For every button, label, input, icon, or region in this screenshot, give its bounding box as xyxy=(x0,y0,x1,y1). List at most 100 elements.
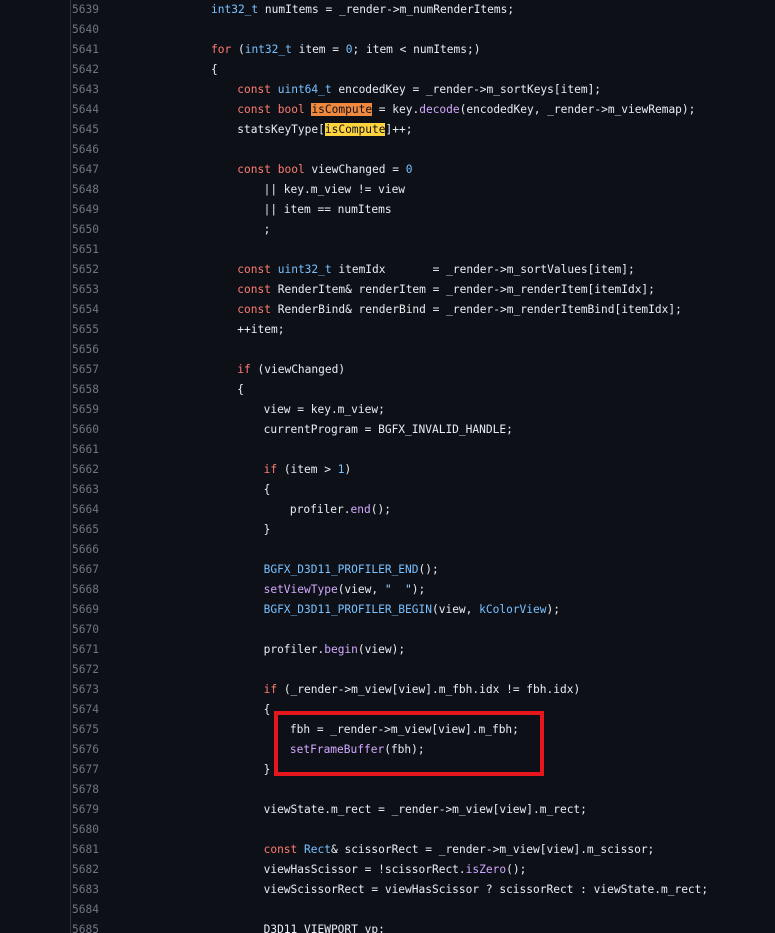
line-number[interactable]: 5650 xyxy=(72,220,112,240)
code-line: 5643 const uint64_t encodedKey = _render-… xyxy=(0,80,775,100)
line-number[interactable]: 5656 xyxy=(72,340,112,360)
code-line: 5668 setViewType(view, " "); xyxy=(0,580,775,600)
line-number[interactable]: 5680 xyxy=(72,820,112,840)
line-number[interactable]: 5660 xyxy=(72,420,112,440)
line-number[interactable]: 5653 xyxy=(72,280,112,300)
line-number[interactable]: 5647 xyxy=(72,160,112,180)
line-number[interactable]: 5646 xyxy=(72,140,112,160)
code-line: 5662 if (item > 1) xyxy=(0,460,775,480)
line-number[interactable]: 5642 xyxy=(72,60,112,80)
code-token: Rect xyxy=(304,843,331,856)
code-token: = key. xyxy=(372,103,420,116)
line-number[interactable]: 5679 xyxy=(72,800,112,820)
code-text: { xyxy=(264,700,271,720)
code-token: BGFX_D3D11_PROFILER_BEGIN xyxy=(263,603,432,616)
code-token: (view, xyxy=(431,603,480,616)
code-token: ; xyxy=(263,223,271,236)
line-number[interactable]: 5683 xyxy=(72,880,112,900)
line-number[interactable]: 5663 xyxy=(72,480,112,500)
code-token: int32_t xyxy=(211,3,259,16)
line-number[interactable]: 5669 xyxy=(72,600,112,620)
line-number[interactable]: 5659 xyxy=(72,400,112,420)
code-line: 5685 D3D11_VIEWPORT vp; xyxy=(0,920,775,933)
line-number[interactable]: 5655 xyxy=(72,320,112,340)
line-number[interactable]: 5677 xyxy=(72,760,112,780)
line-number[interactable]: 5664 xyxy=(72,500,112,520)
code-token: || key.m_view != view xyxy=(263,183,406,196)
line-number[interactable]: 5678 xyxy=(72,780,112,800)
code-text: for (int32_t item = 0; item < numItems;) xyxy=(211,40,480,60)
line-number[interactable]: 5640 xyxy=(72,20,112,40)
line-number[interactable]: 5644 xyxy=(72,100,112,120)
code-token: ( xyxy=(231,43,245,56)
code-token: uint32_t xyxy=(277,263,332,276)
line-number[interactable]: 5641 xyxy=(72,40,112,60)
code-line: 5671 profiler.begin(view); xyxy=(0,640,775,660)
code-token: uint64_t xyxy=(277,83,332,96)
code-line: 5656 xyxy=(0,340,775,360)
code-token: ) xyxy=(344,463,352,476)
code-line: 5644 const bool isCompute = key.decode(en… xyxy=(0,100,775,120)
line-number[interactable]: 5682 xyxy=(72,860,112,880)
line-number[interactable]: 5658 xyxy=(72,380,112,400)
line-number[interactable]: 5654 xyxy=(72,300,112,320)
line-number[interactable]: 5676 xyxy=(72,740,112,760)
code-token: { xyxy=(263,483,271,496)
line-number[interactable]: 5651 xyxy=(72,240,112,260)
code-token: (); xyxy=(370,503,391,516)
code-line: 5650; xyxy=(0,220,775,240)
line-number[interactable]: 5657 xyxy=(72,360,112,380)
code-line: 5647 const bool viewChanged = 0 xyxy=(0,160,775,180)
code-token: (view); xyxy=(357,643,406,656)
line-number[interactable]: 5665 xyxy=(72,520,112,540)
code-token: const xyxy=(237,83,271,96)
code-token: D3D11_VIEWPORT vp; xyxy=(263,923,385,933)
line-number[interactable]: 5648 xyxy=(72,180,112,200)
line-number[interactable]: 5667 xyxy=(72,560,112,580)
code-line: 5664 profiler.end(); xyxy=(0,500,775,520)
code-text: const bool viewChanged = 0 xyxy=(237,160,412,180)
line-number[interactable]: 5675 xyxy=(72,720,112,740)
line-number[interactable]: 5668 xyxy=(72,580,112,600)
line-number[interactable]: 5673 xyxy=(72,680,112,700)
line-number[interactable]: 5643 xyxy=(72,80,112,100)
line-number[interactable]: 5652 xyxy=(72,260,112,280)
code-text: { xyxy=(237,380,244,400)
code-token: const xyxy=(237,283,271,296)
code-text: const RenderItem& renderItem = _render->… xyxy=(237,280,655,300)
line-number[interactable]: 5685 xyxy=(72,920,112,933)
code-token: const xyxy=(237,163,271,176)
code-token: & scissorRect = _render->m_view[view].m_… xyxy=(330,843,655,856)
highlight-annotation-box xyxy=(274,711,544,776)
line-number[interactable]: 5645 xyxy=(72,120,112,140)
line-number[interactable]: 5684 xyxy=(72,900,112,920)
code-token: " " xyxy=(384,583,412,596)
code-token: { xyxy=(237,383,245,396)
line-number[interactable]: 5671 xyxy=(72,640,112,660)
code-token: } xyxy=(263,763,271,776)
line-number[interactable]: 5661 xyxy=(72,440,112,460)
code-line: 5681 const Rect& scissorRect = _render->m… xyxy=(0,840,775,860)
code-token: 0 xyxy=(405,163,413,176)
code-text: } xyxy=(264,520,271,540)
line-number[interactable]: 5674 xyxy=(72,700,112,720)
code-token: profiler. xyxy=(289,503,351,516)
code-line: 5661 xyxy=(0,440,775,460)
line-number[interactable]: 5649 xyxy=(72,200,112,220)
code-line: 5640 xyxy=(0,20,775,40)
line-number[interactable]: 5662 xyxy=(72,460,112,480)
code-token: (_render->m_view[view].m_fbh.idx != fbh.… xyxy=(277,683,581,696)
line-number[interactable]: 5672 xyxy=(72,660,112,680)
code-token: (); xyxy=(418,563,439,576)
code-token: setViewType xyxy=(263,583,338,596)
code-token: itemIdx = _render->m_sortValues[item]; xyxy=(331,263,635,276)
line-number[interactable]: 5681 xyxy=(72,840,112,860)
line-number[interactable]: 5639 xyxy=(72,0,112,20)
line-number[interactable]: 5666 xyxy=(72,540,112,560)
code-line: 5672 xyxy=(0,660,775,680)
code-token: if xyxy=(237,363,251,376)
line-number[interactable]: 5670 xyxy=(72,620,112,640)
